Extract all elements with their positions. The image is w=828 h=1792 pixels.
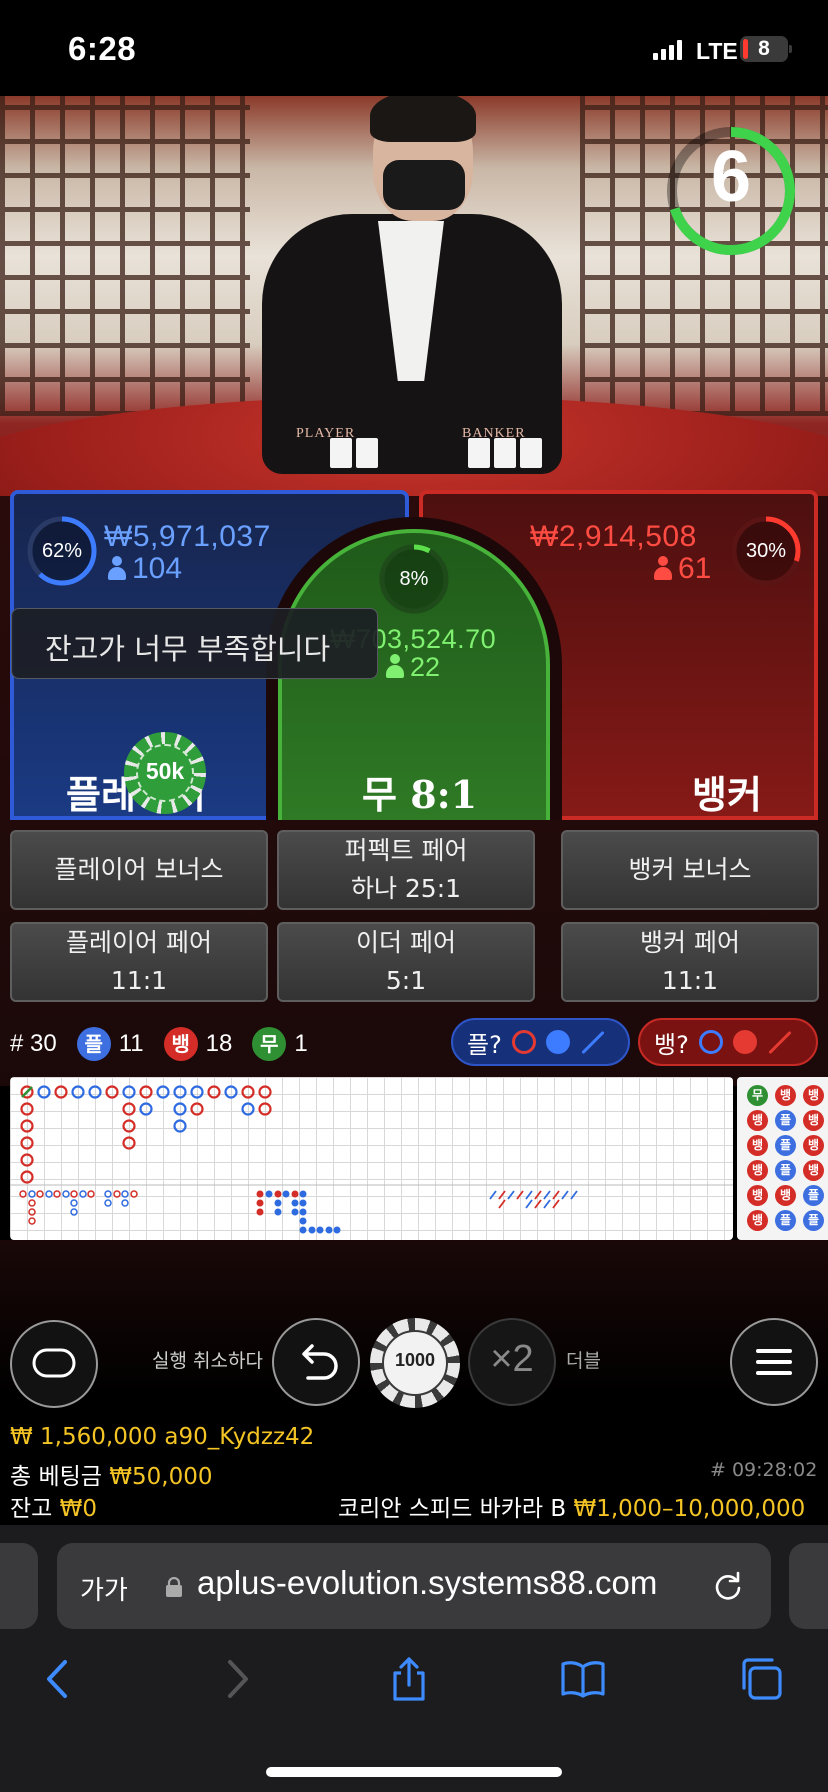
share-icon[interactable] bbox=[386, 1656, 432, 1702]
round-stats: # 30 플 11 뱅 18 무 1 bbox=[10, 1024, 328, 1064]
bead-road-result: 플 bbox=[775, 1210, 796, 1231]
slash-icon bbox=[581, 1030, 605, 1054]
undo-label: 실행 취소하다 bbox=[152, 1350, 263, 1372]
user-info: ₩ 1,560,000 a90_Kydzz42 bbox=[10, 1424, 315, 1450]
round-time-id: # 09:28:02 bbox=[710, 1459, 818, 1481]
selected-chip-1000[interactable]: 1000 bbox=[370, 1318, 460, 1408]
undo-button[interactable] bbox=[272, 1318, 360, 1406]
banker-pair-button[interactable]: 뱅커 페어 11:1 bbox=[561, 922, 819, 1002]
hollow-circle-icon bbox=[511, 1030, 536, 1054]
undo-arrow-icon bbox=[302, 1344, 338, 1380]
countdown-number: 6 bbox=[710, 137, 752, 217]
status-time: 6:28 bbox=[68, 30, 137, 67]
perfect-pair-button[interactable]: 퍼펙트 페어 하나 25:1 bbox=[277, 830, 535, 910]
placed-chip[interactable]: 50k bbox=[124, 732, 206, 814]
back-chevron-icon[interactable] bbox=[35, 1656, 81, 1702]
banker-label: 뱅커 bbox=[692, 773, 762, 817]
tie-badge: 무 bbox=[252, 1027, 287, 1061]
filled-circle-icon bbox=[732, 1030, 757, 1054]
player-percent: 62% bbox=[41, 540, 83, 562]
hollow-circle-icon bbox=[698, 1030, 723, 1054]
bead-road-result: 플 bbox=[775, 1135, 796, 1156]
bead-road-result: 뱅 bbox=[803, 1135, 824, 1156]
person-icon bbox=[108, 556, 126, 580]
bead-road-result: 뱅 bbox=[747, 1185, 768, 1206]
table-info: 코리안 스피드 바카라 B ₩1,000–10,000,000 bbox=[338, 1496, 806, 1522]
banker-bonus-button[interactable]: 뱅커 보너스 bbox=[561, 830, 819, 910]
bead-road-result: 플 bbox=[775, 1160, 796, 1181]
bead-road-result: 플 bbox=[803, 1185, 824, 1206]
bead-road-result: 플 bbox=[775, 1110, 796, 1131]
player-wins: 11 bbox=[118, 1030, 144, 1057]
big-road-scoreboard[interactable] bbox=[10, 1077, 733, 1240]
battery-icon: 8 bbox=[740, 36, 792, 62]
round-number: # 30 bbox=[10, 1030, 57, 1057]
previous-tab-preview[interactable] bbox=[0, 1543, 38, 1629]
reader-text-size-button[interactable]: 가가 bbox=[80, 1570, 128, 1607]
banker-badge: 뱅 bbox=[163, 1027, 198, 1061]
banker-prediction-button[interactable]: 뱅? bbox=[638, 1018, 818, 1066]
url-text[interactable]: aplus-evolution.systems88.com bbox=[197, 1564, 657, 1602]
bead-road-result: 뱅 bbox=[775, 1185, 796, 1206]
menu-button[interactable] bbox=[730, 1318, 818, 1406]
banker-wins: 18 bbox=[205, 1030, 233, 1057]
hamburger-menu-icon bbox=[756, 1349, 792, 1375]
live-dealer-video: PLAYER BANKER 6 bbox=[0, 96, 828, 496]
person-icon bbox=[654, 556, 672, 580]
total-bet: 총 베팅금 ₩50,000 bbox=[10, 1464, 213, 1490]
player-badge: 플 bbox=[76, 1027, 111, 1061]
reload-icon[interactable] bbox=[710, 1568, 746, 1604]
home-indicator bbox=[266, 1767, 562, 1777]
player-prediction-button[interactable]: 플? bbox=[451, 1018, 630, 1066]
bead-road-result: 무 bbox=[747, 1085, 768, 1106]
network-type: LTE bbox=[696, 38, 738, 64]
bead-road-result: 뱅 bbox=[747, 1160, 768, 1181]
bead-road-result: 뱅 bbox=[747, 1110, 768, 1131]
bead-road-result: 뱅 bbox=[747, 1210, 768, 1231]
filled-circle-icon bbox=[545, 1030, 570, 1054]
balance: 잔고 ₩0 bbox=[10, 1496, 98, 1522]
banker-bettors: 61 bbox=[654, 552, 711, 586]
bead-road-result: 뱅 bbox=[803, 1085, 824, 1106]
bead-road-result: 뱅 bbox=[803, 1160, 824, 1181]
lock-icon bbox=[166, 1577, 182, 1597]
double-label: 더블 bbox=[566, 1350, 601, 1372]
player-bettors: 104 bbox=[108, 552, 182, 586]
bead-road-result: 뱅 bbox=[775, 1085, 796, 1106]
either-pair-button[interactable]: 이더 페어 5:1 bbox=[277, 922, 535, 1002]
bead-road-scoreboard[interactable]: 무뱅뱅뱅플뱅뱅플뱅뱅플뱅뱅뱅플뱅플플 bbox=[737, 1077, 828, 1240]
tie-wins: 1 bbox=[294, 1030, 308, 1057]
chat-button[interactable] bbox=[10, 1320, 98, 1408]
slash-icon bbox=[768, 1030, 792, 1054]
tie-label: 무 8:1 bbox=[362, 772, 478, 817]
player-bet-amount: ₩5,971,037 bbox=[104, 520, 271, 553]
forward-chevron-icon[interactable] bbox=[214, 1656, 260, 1702]
bead-road-result: 뱅 bbox=[747, 1135, 768, 1156]
insufficient-balance-toast: 잔고가 너무 부족합니다 bbox=[11, 608, 378, 679]
bead-road-result: 뱅 bbox=[803, 1110, 824, 1131]
chat-bubble-icon bbox=[32, 1348, 76, 1378]
bead-road-result: 플 bbox=[803, 1210, 824, 1231]
next-tab-preview[interactable] bbox=[789, 1543, 828, 1629]
player-pair-button[interactable]: 플레이어 페어 11:1 bbox=[10, 922, 268, 1002]
bookmarks-book-icon[interactable] bbox=[560, 1656, 606, 1702]
tie-bettors: 22 bbox=[386, 652, 440, 683]
banker-percent: 30% bbox=[745, 540, 787, 562]
banker-bet-amount: ₩2,914,508 bbox=[530, 520, 697, 553]
tie-percent: 8% bbox=[399, 568, 429, 590]
player-bonus-button[interactable]: 플레이어 보너스 bbox=[10, 830, 268, 910]
status-bar: 6:28 LTE 8 bbox=[0, 0, 828, 96]
double-button[interactable]: ×2 bbox=[468, 1318, 556, 1406]
cellular-signal-icon bbox=[653, 40, 682, 60]
battery-level: 8 bbox=[758, 37, 770, 60]
tabs-icon[interactable] bbox=[738, 1656, 784, 1702]
person-icon bbox=[386, 654, 404, 678]
